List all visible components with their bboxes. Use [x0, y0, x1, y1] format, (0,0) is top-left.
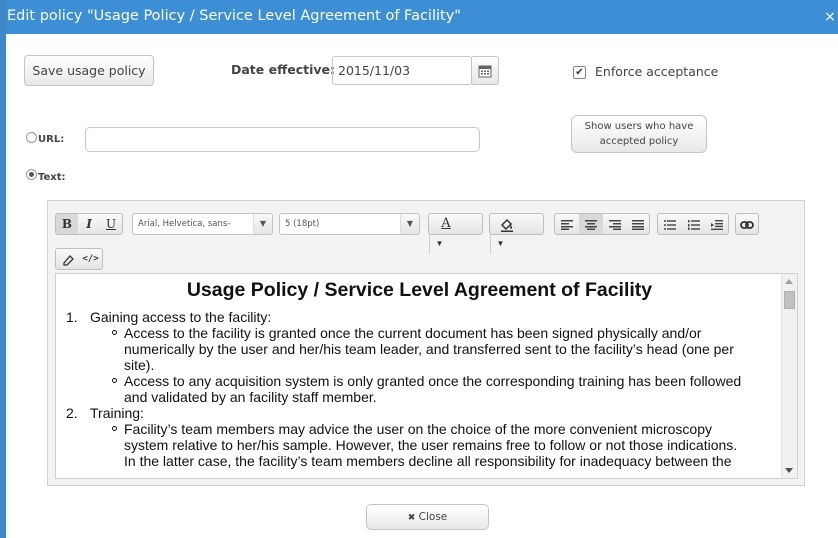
link-icon: [736, 214, 758, 234]
url-input[interactable]: [85, 127, 480, 152]
text-color-button[interactable]: A ▼: [428, 213, 483, 254]
document-title: Usage Policy / Service Level Agreement o…: [186, 279, 653, 301]
chevron-down-icon: ▼: [429, 234, 449, 254]
date-effective-label: Date effective:: [231, 62, 335, 77]
scroll-thumb[interactable]: [784, 291, 795, 309]
text-style-group: B I U: [55, 213, 123, 235]
list-group: [657, 213, 729, 235]
misc-group: </>: [55, 248, 103, 270]
rich-text-editor: B I U Arial, Helvetica, sans- ▼ 5 (18pt)…: [47, 200, 805, 486]
link-button[interactable]: [735, 213, 759, 235]
code-view-icon[interactable]: </>: [79, 249, 102, 269]
chevron-down-icon: ▼: [400, 214, 419, 234]
text-line: Access to any acquisition system is only…: [124, 373, 742, 389]
document-body: Usage Policy / Service Level Agreement o…: [56, 274, 783, 478]
list-item: Facility’s team members may advice the u…: [66, 421, 783, 469]
close-label: Close: [418, 511, 448, 523]
bullet-icon: [112, 378, 117, 383]
bullet-list-icon[interactable]: [658, 214, 682, 234]
indent-icon[interactable]: [706, 214, 728, 234]
italic-button[interactable]: I: [78, 214, 100, 234]
text-line: Facility’s team members may advice the u…: [124, 421, 712, 437]
edit-policy-dialog: Edit policy "Usage Policy / Service Leve…: [0, 0, 838, 538]
enforce-acceptance-label: Enforce acceptance: [595, 64, 719, 79]
calendar-button[interactable]: [471, 56, 499, 85]
chevron-down-icon: ▼: [490, 234, 510, 254]
section-heading: 1. Gaining access to the facility:: [66, 309, 783, 325]
align-justify-icon[interactable]: [627, 214, 649, 234]
text-line: numerically by the user and her/his team…: [124, 341, 734, 357]
dialog-title: Edit policy "Usage Policy / Service Leve…: [7, 8, 461, 24]
editor-scrollbar[interactable]: [781, 274, 797, 478]
text-line: In the latter case, the facility’s team …: [124, 453, 732, 469]
font-size-value: 5 (18pt): [285, 219, 320, 229]
list-item: Access to any acquisition system is only…: [66, 373, 783, 405]
enforce-acceptance-checkbox[interactable]: ✔: [573, 66, 586, 79]
section-2: 2. Training: Facility’s team members may…: [56, 405, 783, 469]
show-users-label-line2: accepted policy: [599, 136, 679, 147]
text-line: system relative to her/his sample. Howev…: [124, 437, 738, 453]
highlight-icon: [490, 214, 524, 234]
section-title: Training:: [90, 405, 144, 421]
radio-selected-dot: [29, 172, 34, 177]
dialog-left-border: [0, 0, 6, 538]
font-size-select[interactable]: 5 (18pt) ▼: [279, 213, 420, 235]
font-family-value: Arial, Helvetica, sans-: [138, 219, 231, 229]
editor-content-area[interactable]: Usage Policy / Service Level Agreement o…: [55, 273, 798, 479]
save-usage-policy-button[interactable]: Save usage policy: [24, 55, 154, 86]
close-icon[interactable]: ×: [822, 0, 838, 34]
close-button[interactable]: ✖ Close: [366, 504, 489, 530]
align-right-icon[interactable]: [603, 214, 627, 234]
section-number: 1.: [66, 309, 78, 325]
section-title: Gaining access to the facility:: [90, 309, 272, 325]
align-center-icon[interactable]: [579, 214, 603, 234]
section-1: 1. Gaining access to the facility: Acces…: [56, 309, 783, 405]
date-effective-input[interactable]: 2015/11/03: [332, 56, 472, 85]
bullet-icon: [112, 330, 117, 335]
section-heading: 2. Training:: [66, 405, 783, 421]
font-family-select[interactable]: Arial, Helvetica, sans- ▼: [132, 213, 273, 235]
text-line: Access to the facility is granted once t…: [124, 325, 702, 341]
chevron-down-icon: ▼: [253, 214, 272, 234]
calendar-icon: [478, 65, 492, 77]
url-label: URL:: [38, 134, 65, 145]
text-label: Text:: [38, 172, 66, 183]
align-left-icon[interactable]: [555, 214, 579, 234]
text-line: site).: [124, 357, 155, 373]
list-item: Access to the facility is granted once t…: [66, 325, 783, 373]
underline-button[interactable]: U: [100, 214, 122, 234]
text-radio[interactable]: [26, 169, 37, 180]
show-users-accepted-button[interactable]: Show users who have accepted policy: [571, 115, 707, 153]
text-color-icon: A: [441, 216, 451, 231]
highlight-color-button[interactable]: ▼: [489, 213, 544, 254]
numbered-list-icon[interactable]: [682, 214, 706, 234]
bullet-icon: [112, 426, 117, 431]
alignment-group: [554, 213, 650, 235]
scroll-up-icon[interactable]: [785, 279, 793, 284]
dialog-titlebar[interactable]: Edit policy "Usage Policy / Service Leve…: [0, 0, 838, 34]
section-number: 2.: [66, 405, 78, 421]
eraser-icon[interactable]: [56, 249, 79, 269]
url-radio[interactable]: [26, 132, 37, 143]
bold-button[interactable]: B: [56, 214, 78, 234]
close-icon: ✖: [407, 513, 416, 523]
show-users-label-line1: Show users who have: [584, 121, 694, 132]
text-line: and validated by an facility staff membe…: [124, 389, 377, 405]
scroll-down-icon[interactable]: [785, 468, 793, 473]
